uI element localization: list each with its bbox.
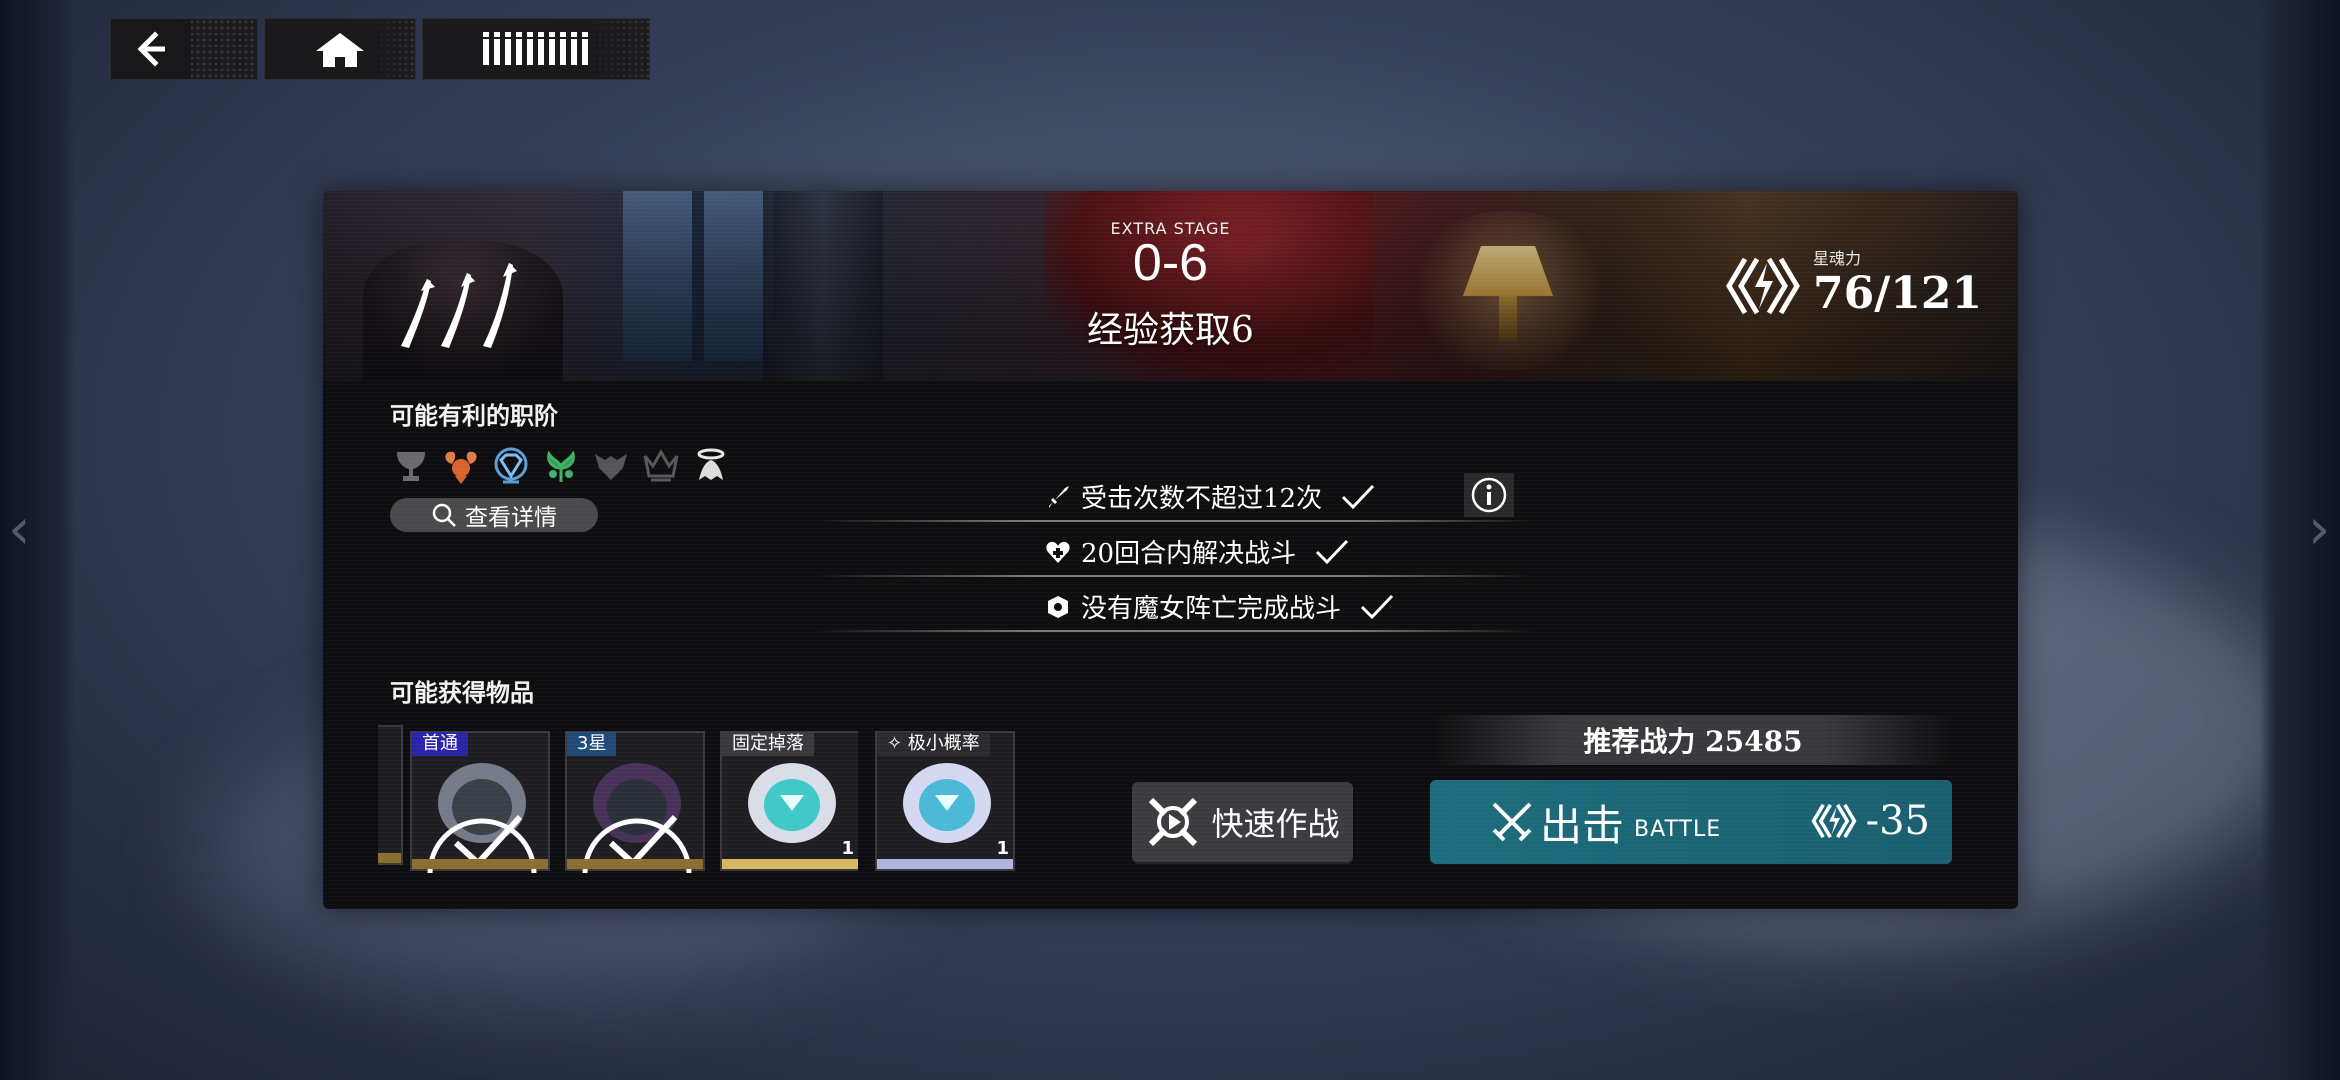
check-icon [1342, 484, 1375, 509]
drop-item[interactable]: 3星 [565, 731, 705, 873]
soul-power-icon [1811, 803, 1857, 839]
crystal-item-icon [748, 763, 836, 843]
rarity-bar [567, 859, 703, 869]
drop-item[interactable]: ✧ 极小概率 1 [875, 731, 1015, 871]
halo-class-icon [688, 443, 734, 489]
shield-icon [1043, 592, 1073, 622]
rarity-bar [412, 859, 548, 869]
back-arrow-icon [137, 31, 165, 67]
claimed-check-icon [427, 814, 537, 873]
back-button[interactable] [110, 18, 258, 80]
condition-text: 20回合内解决战斗 [1081, 539, 1297, 569]
drop-count: 1 [996, 838, 1009, 859]
home-icon [316, 33, 364, 67]
battle-cost: -35 [1810, 798, 1930, 844]
stamina-label: 星魂力 [1813, 249, 1862, 268]
condition-item: 没有魔女阵亡完成战斗 [813, 579, 1533, 634]
drop-list[interactable]: 首通 3星 固定掉落 1 [378, 725, 858, 875]
check-icon [1316, 539, 1349, 564]
stage-panel: EXTRA STAGE 0-6 经验获取6 星魂力 76/121 可能有利的职阶 [323, 191, 2018, 909]
claimed-check-icon [582, 814, 692, 873]
menu-button[interactable] [422, 18, 650, 80]
info-button[interactable] [1464, 473, 1514, 517]
ram-class-icon [438, 443, 484, 489]
wolf-class-icon [588, 443, 634, 489]
info-icon [1471, 477, 1507, 513]
battle-label: 出击 [1540, 800, 1625, 850]
view-details-label: 查看详情 [465, 505, 557, 531]
rarity-bar [877, 859, 1013, 869]
stamina-value: 76/121 [1813, 267, 1983, 319]
quick-battle-label: 快速作战 [1211, 805, 1340, 843]
rarity-bar [722, 859, 858, 869]
search-icon [432, 503, 456, 527]
drops-title: 可能获得物品 [390, 678, 534, 707]
crown-class-icon [638, 443, 684, 489]
divider [813, 520, 1533, 522]
condition-item: 20回合内解决战斗 [813, 524, 1533, 579]
condition-text: 受击次数不超过12次 [1081, 484, 1323, 514]
battle-sublabel: BATTLE [1634, 816, 1722, 842]
class-icon-list [388, 443, 734, 489]
view-details-button[interactable]: 查看详情 [390, 498, 598, 532]
soul-power-icon [1726, 257, 1800, 315]
divider [813, 575, 1533, 577]
stamina-display: 星魂力 76/121 [1723, 249, 1983, 319]
crossed-swords-icon [1492, 802, 1532, 842]
chalice-class-icon [388, 443, 434, 489]
menu-bars-icon [483, 32, 588, 65]
condition-item: 受击次数不超过12次 [813, 469, 1533, 524]
sword-icon [1043, 482, 1073, 512]
heart-icon [1043, 537, 1073, 567]
drop-item[interactable]: 固定掉落 1 [720, 731, 858, 871]
quick-battle-button[interactable]: 快速作战 [1132, 782, 1353, 862]
battle-cost-value: -35 [1865, 798, 1930, 844]
advantage-title: 可能有利的职阶 [390, 401, 558, 430]
divider [813, 630, 1533, 632]
check-icon [1360, 594, 1394, 619]
top-nav [110, 18, 650, 80]
tree-class-icon [538, 443, 584, 489]
next-stage-arrow-icon[interactable]: › [2308, 500, 2332, 560]
drop-item[interactable]: 首通 [410, 731, 550, 873]
home-button[interactable] [264, 18, 416, 80]
battle-button[interactable]: 出击 BATTLE -35 [1430, 780, 1952, 864]
drop-count: 1 [841, 838, 854, 859]
drop-item-partial[interactable] [378, 725, 403, 865]
condition-text: 没有魔女阵亡完成战斗 [1081, 594, 1342, 624]
stage-banner: EXTRA STAGE 0-6 经验获取6 星魂力 76/121 [323, 191, 2018, 381]
gem-class-icon [488, 443, 534, 489]
crystal-item-icon [903, 763, 991, 843]
quick-battle-icon [1149, 797, 1198, 847]
rarity-bar [378, 853, 401, 863]
prev-stage-arrow-icon[interactable]: ‹ [8, 500, 32, 560]
recommended-power: 推荐战力 25485 [1433, 715, 1953, 765]
star-conditions: 受击次数不超过12次 20回合内解决战斗 没有魔女阵亡完成战斗 [813, 469, 1533, 634]
